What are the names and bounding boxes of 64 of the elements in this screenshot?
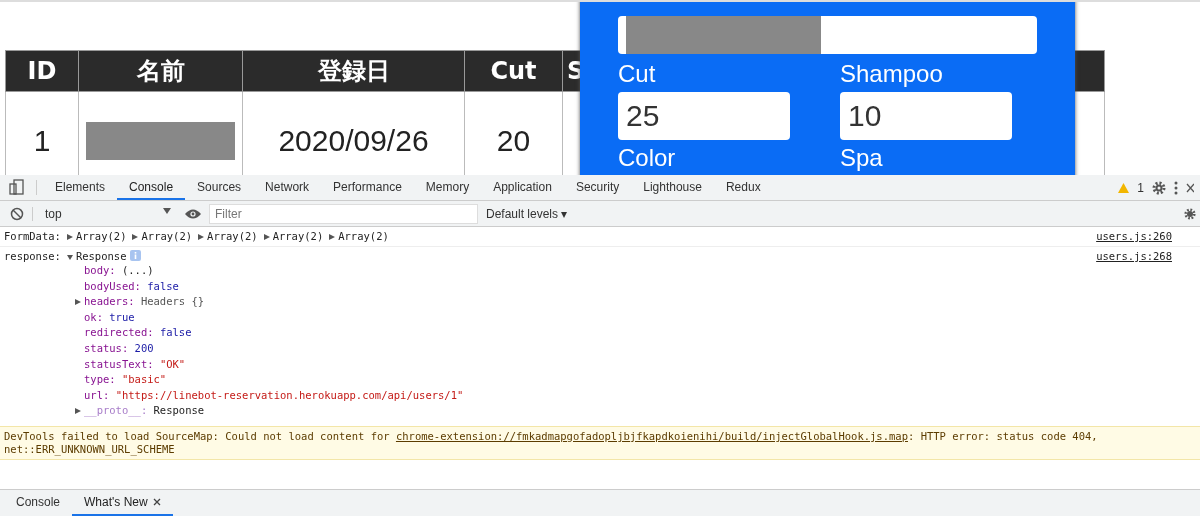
drawer-tab[interactable]: What's New [72, 490, 173, 516]
field-label: Shampoo [840, 60, 944, 88]
expand-arrow[interactable] [198, 233, 205, 240]
settings-icon[interactable] [1184, 207, 1196, 220]
property-line: status: 200 [84, 340, 154, 356]
field-label: Spa [840, 144, 884, 172]
array-item[interactable]: Array(2) [338, 230, 389, 243]
array-item[interactable]: Array(2) [207, 230, 258, 243]
settings-icon[interactable] [1152, 180, 1166, 195]
property-line: type: "basic" [84, 372, 167, 388]
property-line: ok: true [84, 309, 135, 325]
field-label: Color [618, 144, 677, 172]
source-link[interactable]: users.js:268 [1096, 250, 1196, 263]
devtools-tab[interactable]: Security [563, 175, 632, 200]
info-icon [130, 250, 142, 261]
more-icon[interactable] [1174, 180, 1178, 195]
array-item[interactable]: Array(2) [272, 230, 324, 243]
expand-arrow[interactable] [132, 233, 139, 240]
close-icon[interactable] [1186, 182, 1194, 193]
devtools-tab[interactable]: Lighthouse [631, 175, 714, 200]
collapse-arrow[interactable] [66, 253, 73, 260]
expand-arrow[interactable] [75, 299, 81, 305]
property-line: headers: Headers {} [84, 294, 205, 310]
object-toggle[interactable]: Response [75, 250, 127, 263]
log-label: response: [4, 250, 61, 263]
devtools-tab[interactable]: Application [481, 175, 564, 200]
context-select[interactable]: top [32, 206, 171, 221]
property-line: body: (...) [84, 263, 154, 278]
devtools-tab[interactable]: Sources [185, 175, 254, 200]
property-line: __proto__: Response [84, 403, 205, 419]
array-item[interactable]: Array(2) [75, 230, 127, 243]
levels-dropdown[interactable]: Default levels ▾ [486, 206, 568, 221]
close-icon[interactable] [152, 498, 161, 506]
warning-count[interactable]: 1 [1137, 180, 1144, 195]
column-header: 名前 [78, 50, 243, 92]
drawer-tab[interactable]: Console [4, 490, 73, 516]
expand-arrow[interactable] [66, 233, 73, 240]
devtools-tab[interactable]: Redux [713, 175, 773, 200]
number-field[interactable]: 25 [618, 92, 790, 140]
log-label: FormData: [4, 230, 61, 243]
column-header: Cut [464, 50, 563, 92]
clear-icon[interactable] [10, 206, 24, 221]
name-field[interactable] [618, 16, 1037, 54]
property-line: statusText: "OK" [84, 356, 186, 372]
property-line: bodyUsed: false [84, 278, 179, 294]
expand-arrow[interactable] [75, 408, 81, 415]
caret-icon [163, 206, 171, 215]
devtools-tab[interactable]: Network [253, 175, 322, 200]
column-header: ID [5, 50, 79, 92]
property-line: redirected: false [84, 325, 192, 341]
eye-icon[interactable] [185, 207, 201, 220]
filter-field[interactable]: Filter [209, 203, 478, 224]
number-field[interactable]: 10 [840, 92, 1012, 140]
source-link[interactable]: users.js:260 [1096, 230, 1196, 243]
array-item[interactable]: Array(2) [141, 230, 193, 243]
devtools-tab[interactable]: Elements [43, 175, 118, 200]
devtools-tab[interactable]: Performance [321, 175, 414, 200]
expand-arrow[interactable] [329, 233, 336, 240]
expand-arrow[interactable] [263, 233, 270, 240]
property-line: url: "https://linebot-reservation.herokuapp.com/api/users/1" [84, 387, 464, 403]
warning-message: DevTools failed to load SourceMap: Could not load content for chrome-extension://fmkadmapgofadopljbjfkapdkoienihi/build/injectGlobalHook.js.map: HTTP error: status code 404, net::ERR_UNKNOWN_URL_SCHEME [0, 425, 1200, 460]
column-header: 登録日 [242, 50, 465, 92]
sourcemap-link[interactable]: chrome-extension://fmkadmapgofadopljbjfkapdkoienihi/build/injectGlobalHook.js.map [395, 429, 908, 442]
devtools-tab[interactable]: Memory [413, 175, 482, 200]
